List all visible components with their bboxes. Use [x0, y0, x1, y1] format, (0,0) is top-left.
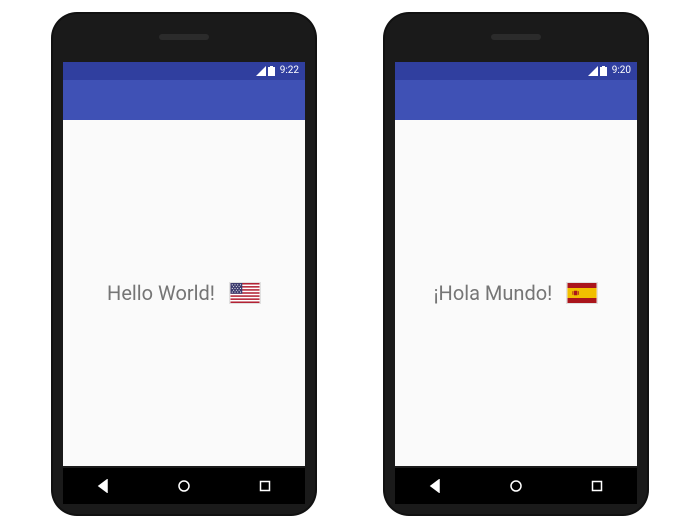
greeting-text: ¡Hola Mundo! [434, 281, 553, 305]
action-bar [63, 80, 305, 120]
phone-screen: 9:22 Hello World! [63, 62, 305, 466]
home-icon[interactable] [177, 479, 191, 493]
back-icon[interactable] [428, 479, 442, 493]
home-icon[interactable] [509, 479, 523, 493]
phone-device: 9:22 Hello World! [53, 14, 315, 514]
status-icons [588, 66, 607, 76]
action-bar [395, 80, 637, 120]
back-icon[interactable] [96, 479, 110, 493]
battery-icon [268, 66, 275, 76]
status-time: 9:20 [612, 65, 631, 76]
phone-screen: 9:20 ¡Hola Mundo! [395, 62, 637, 466]
app-content: Hello World! [63, 120, 305, 466]
status-time: 9:22 [280, 65, 299, 76]
us-flag-icon [229, 282, 261, 304]
signal-icon [588, 66, 598, 76]
recents-icon[interactable] [258, 479, 272, 493]
navigation-bar [395, 468, 637, 504]
greeting-text: Hello World! [107, 281, 215, 305]
recents-icon[interactable] [590, 479, 604, 493]
status-icons [256, 66, 275, 76]
signal-icon [256, 66, 266, 76]
navigation-bar [63, 468, 305, 504]
status-bar: 9:20 [395, 62, 637, 80]
phone-device: 9:20 ¡Hola Mundo! [385, 14, 647, 514]
app-content: ¡Hola Mundo! [395, 120, 637, 466]
status-bar: 9:22 [63, 62, 305, 80]
es-flag-icon [566, 282, 598, 304]
battery-icon [600, 66, 607, 76]
